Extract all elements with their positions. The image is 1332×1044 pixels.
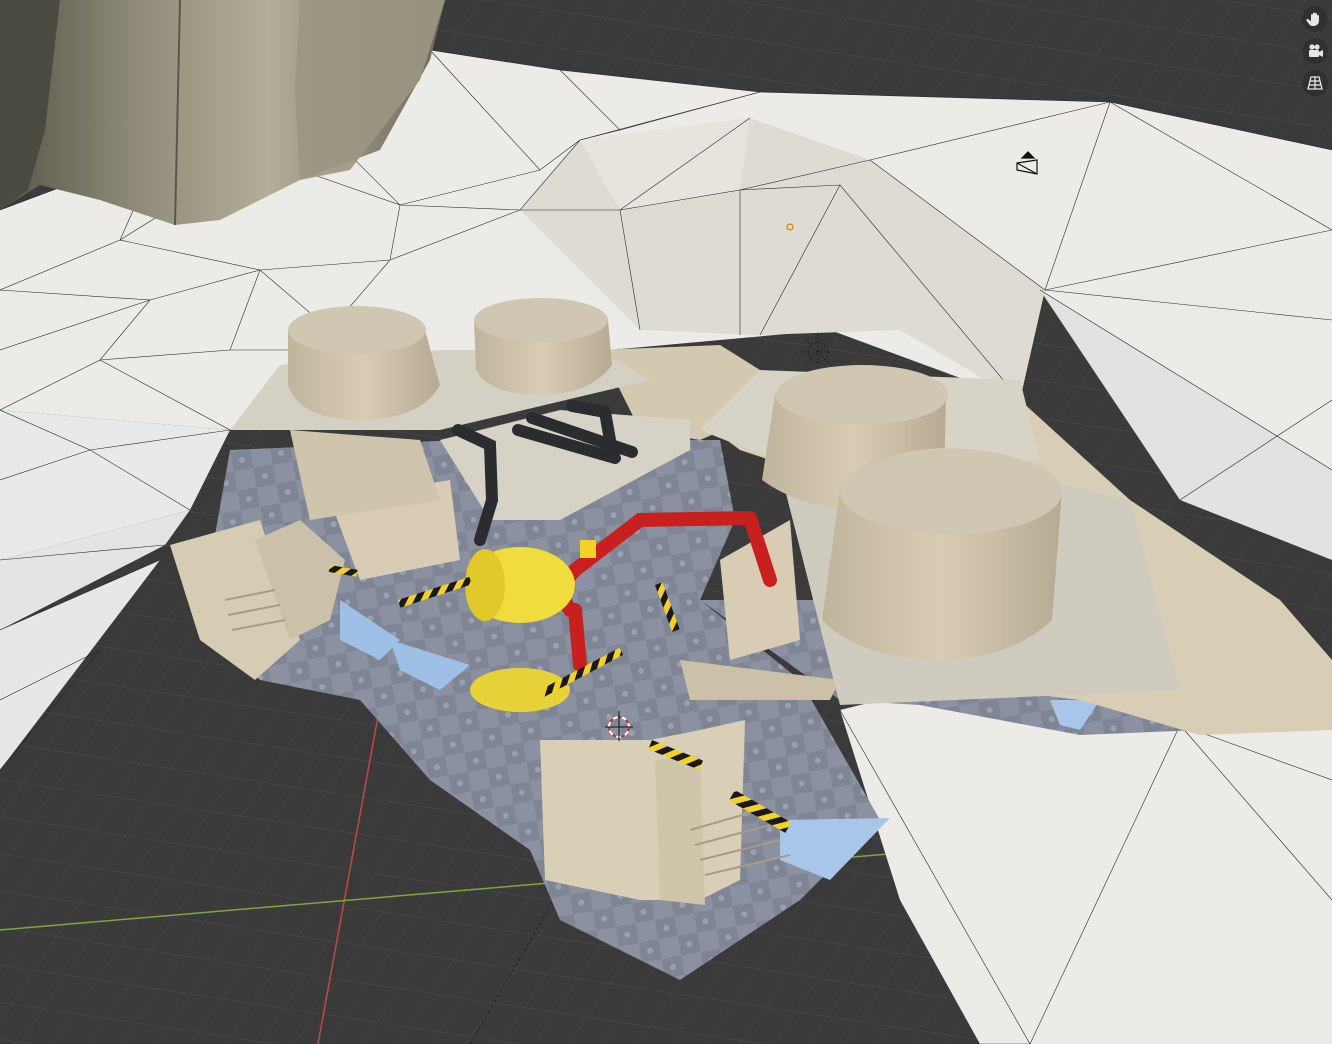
3d-viewport[interactable] xyxy=(0,0,1332,1044)
pan-view-button[interactable] xyxy=(1302,6,1328,32)
navigation-gizmo xyxy=(1302,6,1328,96)
toggle-orthographic-button[interactable] xyxy=(1302,70,1328,96)
camera-view-icon xyxy=(1309,44,1323,57)
tank-right-2 xyxy=(822,448,1062,660)
tank-left-2 xyxy=(474,298,612,395)
camera-view-button[interactable] xyxy=(1302,38,1328,64)
scene-canvas[interactable] xyxy=(0,0,1332,1044)
tank-left-1 xyxy=(288,306,440,420)
hand-pan-icon xyxy=(1306,12,1319,26)
grid-ortho-icon xyxy=(1307,76,1323,90)
